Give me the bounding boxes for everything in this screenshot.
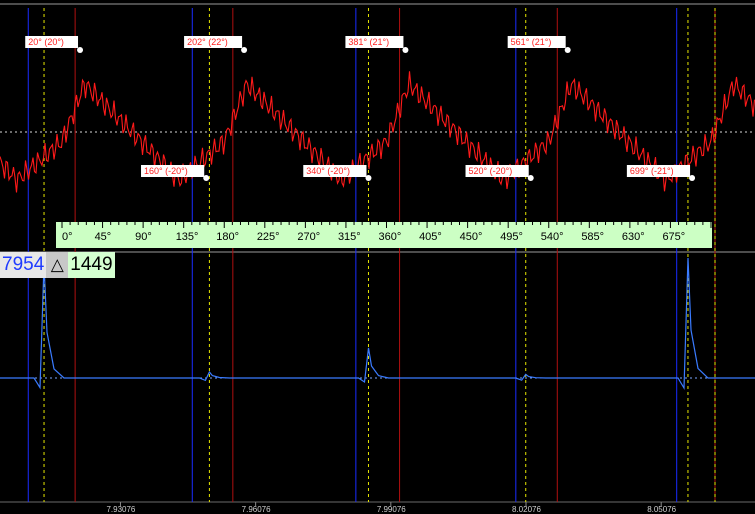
- ruler-label-5: 225°: [257, 231, 280, 243]
- ruler-label-8: 360°: [379, 231, 402, 243]
- cursor-delta-value: 1449: [68, 252, 115, 278]
- time-axis: 7.90076 7.93076 7.96076 7.99076 8.02076 8.050…: [0, 502, 677, 514]
- ruler-label-12: 540°: [541, 231, 564, 243]
- cursor-a-value: 7954: [0, 252, 47, 278]
- oscilloscope-view: 20° (20°) 160° (-20°) 202° (22°) 340° (-20°…: [0, 0, 755, 514]
- time-label-5: 8.05076: [647, 505, 676, 514]
- ruler-label-14: 630°: [622, 231, 645, 243]
- ruler-label-15: 675°: [662, 231, 685, 243]
- angle-ruler[interactable]: 0° 45° 90° 135° 180° 225° 270° 315° 360° 405° 450°…: [56, 222, 712, 248]
- label-text-0: 20° (20°): [28, 37, 64, 47]
- label-text-7: 699° (-21°): [630, 166, 674, 176]
- cursor-lines: [27, 8, 716, 502]
- label-text-2: 202° (22°): [187, 37, 228, 47]
- ruler-label-0: 0°: [62, 231, 73, 243]
- time-label-1: 7.93076: [106, 505, 135, 514]
- label-text-4: 381° (21°): [348, 37, 389, 47]
- ruler-label-4: 180°: [216, 231, 239, 243]
- ruler-label-7: 315°: [338, 231, 361, 243]
- ruler-label-6: 270°: [297, 231, 320, 243]
- time-label-0: 7.90076: [0, 505, 1, 514]
- label-text-1: 160° (-20°): [144, 166, 188, 176]
- ruler-label-2: 90°: [135, 231, 152, 243]
- time-label-4: 8.02076: [512, 505, 541, 514]
- ruler-label-11: 495°: [500, 231, 523, 243]
- delta-icon: △: [46, 252, 69, 278]
- ruler-label-10: 450°: [460, 231, 483, 243]
- label-text-6: 561° (21°): [511, 37, 552, 47]
- ruler-label-3: 135°: [176, 231, 199, 243]
- label-text-3: 340° (-20°): [306, 166, 350, 176]
- cursor-readout: 7954 △ 1449: [0, 252, 115, 278]
- time-label-3: 7.99076: [377, 505, 406, 514]
- ruler-label-13: 585°: [581, 231, 604, 243]
- ruler-label-9: 405°: [419, 231, 442, 243]
- ruler-label-1: 45°: [95, 231, 112, 243]
- label-text-5: 520° (-20°): [469, 166, 513, 176]
- time-label-2: 7.96076: [242, 505, 271, 514]
